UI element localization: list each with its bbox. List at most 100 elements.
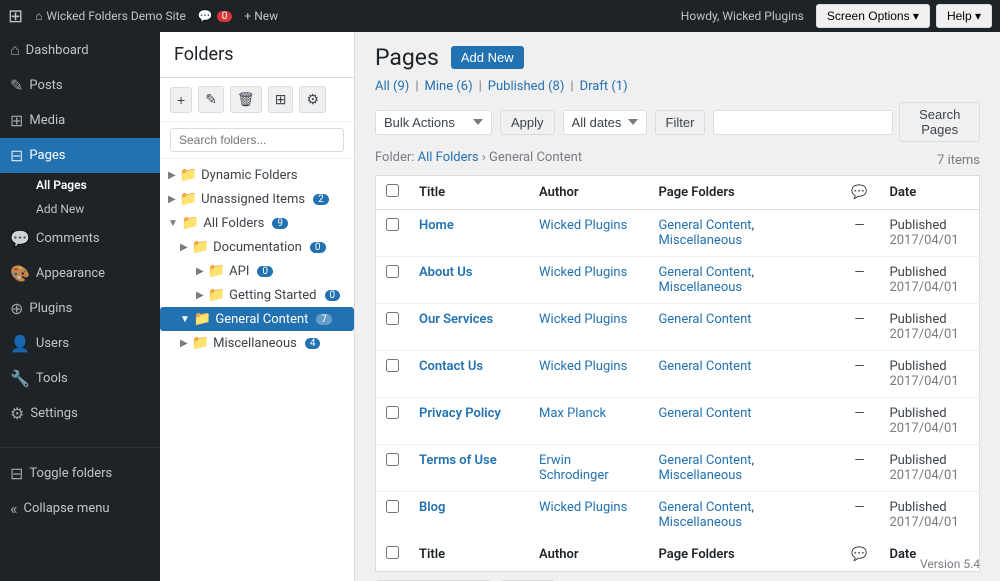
delete-folder-button[interactable]: 🗑 xyxy=(230,86,262,113)
page-title-link[interactable]: Our Services xyxy=(419,312,493,327)
folder-tag-link[interactable]: Miscellaneous xyxy=(658,515,742,530)
page-title-link[interactable]: Privacy Policy xyxy=(419,406,501,421)
search-folders-input[interactable] xyxy=(170,128,344,152)
sidebar-item-toggle-folders[interactable]: ⊟ Toggle folders xyxy=(0,456,160,491)
page-title-link[interactable]: Blog xyxy=(419,500,445,515)
folder-tag-link[interactable]: General Content xyxy=(658,406,751,421)
row-date-cell: Published 2017/04/01 xyxy=(879,210,979,257)
col-header-date[interactable]: Date xyxy=(879,176,979,210)
page-title-link[interactable]: Home xyxy=(419,218,454,233)
folder-tag-link[interactable]: General Content xyxy=(658,265,751,280)
date-sort-link[interactable]: Date xyxy=(889,185,916,200)
folder-tag-link[interactable]: General Content xyxy=(658,218,751,233)
folder-tag-link[interactable]: General Content xyxy=(658,359,751,374)
sidebar-item-plugins[interactable]: ⊕ Plugins xyxy=(0,291,160,326)
folder-settings-button[interactable]: ⚙ xyxy=(299,86,326,113)
title-sort-footer-link[interactable]: Title xyxy=(419,547,445,562)
add-new-button[interactable]: Add New xyxy=(451,46,524,69)
add-subfolder-button[interactable]: ⊞ xyxy=(268,86,294,113)
sidebar-item-posts[interactable]: ✎ Posts xyxy=(0,68,160,103)
sidebar-item-appearance[interactable]: 🎨 Appearance xyxy=(0,256,160,291)
folder-tag-link[interactable]: Miscellaneous xyxy=(658,468,742,483)
row-folders-cell: General Content, Miscellaneous xyxy=(648,492,839,539)
help-button[interactable]: Help ▾ xyxy=(936,4,992,28)
breadcrumb-all-folders-link[interactable]: All Folders xyxy=(418,150,479,165)
sidebar-item-pages[interactable]: ⊟ Pages xyxy=(0,138,160,173)
notifications[interactable]: 💬 0 xyxy=(198,9,233,23)
author-link[interactable]: Max Planck xyxy=(539,406,606,421)
sidebar-item-tools[interactable]: 🔧 Tools xyxy=(0,361,160,396)
author-link[interactable]: Wicked Plugins xyxy=(539,265,627,280)
folder-item-general-content[interactable]: ▼ 📁 General Content 7 xyxy=(160,307,354,331)
col-footer-title[interactable]: Title xyxy=(409,538,529,572)
chevron-icon: ▼ xyxy=(180,314,190,325)
new-menu[interactable]: + New xyxy=(244,9,278,23)
filter-draft[interactable]: Draft (1) xyxy=(580,79,628,94)
folder-tag-link[interactable]: General Content xyxy=(658,500,751,515)
folder-item-unassigned-items[interactable]: ▶ 📁 Unassigned Items 2 xyxy=(160,187,354,211)
row-checkbox[interactable] xyxy=(386,453,399,466)
sidebar-item-settings[interactable]: ⚙ Settings xyxy=(0,396,160,431)
site-name[interactable]: ⌂ Wicked Folders Demo Site xyxy=(35,9,186,23)
title-sort-link[interactable]: Title xyxy=(419,185,445,200)
screen-options-button[interactable]: Screen Options ▾ xyxy=(816,4,930,28)
author-link[interactable]: Wicked Plugins xyxy=(539,312,627,327)
folder-item-dynamic-folders[interactable]: ▶ 📁 Dynamic Folders xyxy=(160,163,354,187)
date-sort-footer-link[interactable]: Date xyxy=(889,547,916,562)
folders-panel: Folders + ✎ 🗑 ⊞ ⚙ ▶ 📁 Dynamic Folders ▶ … xyxy=(160,32,355,581)
main-content: Pages Add New All (9) | Mine (6) | Publi… xyxy=(355,32,1000,581)
sidebar-item-media[interactable]: ⊞ Media xyxy=(0,103,160,138)
sidebar-item-users[interactable]: 👤 Users xyxy=(0,326,160,361)
folder-item-getting-started[interactable]: ▶ 📁 Getting Started 0 xyxy=(160,283,354,307)
folder-item-api[interactable]: ▶ 📁 API 0 xyxy=(160,259,354,283)
comment-count: — xyxy=(854,453,864,468)
folder-tag-link[interactable]: Miscellaneous xyxy=(658,233,742,248)
folder-tag-link[interactable]: General Content xyxy=(658,312,751,327)
sidebar-item-all-pages[interactable]: All Pages xyxy=(28,173,160,197)
folder-tag-link[interactable]: General Content xyxy=(658,453,751,468)
all-dates-select[interactable]: All dates xyxy=(563,110,647,135)
filter-mine[interactable]: Mine (6) xyxy=(425,79,473,94)
row-checkbox[interactable] xyxy=(386,218,399,231)
author-link[interactable]: Wicked Plugins xyxy=(539,500,627,515)
row-date-cell: Published 2017/04/01 xyxy=(879,398,979,445)
row-checkbox[interactable] xyxy=(386,312,399,325)
top-bar-left: ⊞ ⌂ Wicked Folders Demo Site 💬 0 + New xyxy=(8,6,278,27)
wp-logo-icon[interactable]: ⊞ xyxy=(8,6,23,27)
folder-icon: 📁 xyxy=(208,263,225,279)
search-pages-input[interactable] xyxy=(713,110,893,135)
folder-item-documentation[interactable]: ▶ 📁 Documentation 0 xyxy=(160,235,354,259)
page-title-link[interactable]: Contact Us xyxy=(419,359,483,374)
apply-button-top[interactable]: Apply xyxy=(500,110,555,135)
page-title-link[interactable]: About Us xyxy=(419,265,472,280)
author-link[interactable]: Erwin Schrodinger xyxy=(539,453,609,483)
folder-tag-link[interactable]: Miscellaneous xyxy=(658,280,742,295)
edit-folder-button[interactable]: ✎ xyxy=(198,86,224,113)
bulk-actions-select[interactable]: Bulk Actions Edit Move to Trash xyxy=(375,110,492,135)
sidebar-item-comments[interactable]: 💬 Comments xyxy=(0,221,160,256)
sidebar-item-dashboard[interactable]: ⌂ Dashboard xyxy=(0,32,160,68)
page-title-link[interactable]: Terms of Use xyxy=(419,453,497,468)
search-pages-button[interactable]: Search Pages xyxy=(899,102,980,142)
folder-item-miscellaneous[interactable]: ▶ 📁 Miscellaneous 4 xyxy=(160,331,354,355)
toolbar-top: Bulk Actions Edit Move to Trash Apply Al… xyxy=(375,102,980,142)
row-checkbox[interactable] xyxy=(386,359,399,372)
filter-published[interactable]: Published (8) xyxy=(488,79,565,94)
filter-all[interactable]: All (9) xyxy=(375,79,409,94)
col-header-title[interactable]: Title xyxy=(409,176,529,210)
select-all-checkbox[interactable] xyxy=(386,184,399,197)
sidebar-item-collapse-menu[interactable]: « Collapse menu xyxy=(0,491,160,526)
select-all-footer-checkbox[interactable] xyxy=(386,546,399,559)
pages-table: Title Author Page Folders 💬 Date Home Wi… xyxy=(375,175,980,572)
row-title-cell: Terms of Use xyxy=(409,445,529,492)
filter-button[interactable]: Filter xyxy=(655,110,706,135)
author-link[interactable]: Wicked Plugins xyxy=(539,359,627,374)
sidebar-item-add-new[interactable]: Add New xyxy=(28,197,160,221)
row-checkbox[interactable] xyxy=(386,265,399,278)
author-link[interactable]: Wicked Plugins xyxy=(539,218,627,233)
folder-item-all-folders[interactable]: ▼ 📁 All Folders 9 xyxy=(160,211,354,235)
comment-icon: 💬 xyxy=(198,9,213,23)
add-folder-button[interactable]: + xyxy=(170,87,192,113)
row-checkbox[interactable] xyxy=(386,500,399,513)
row-checkbox[interactable] xyxy=(386,406,399,419)
